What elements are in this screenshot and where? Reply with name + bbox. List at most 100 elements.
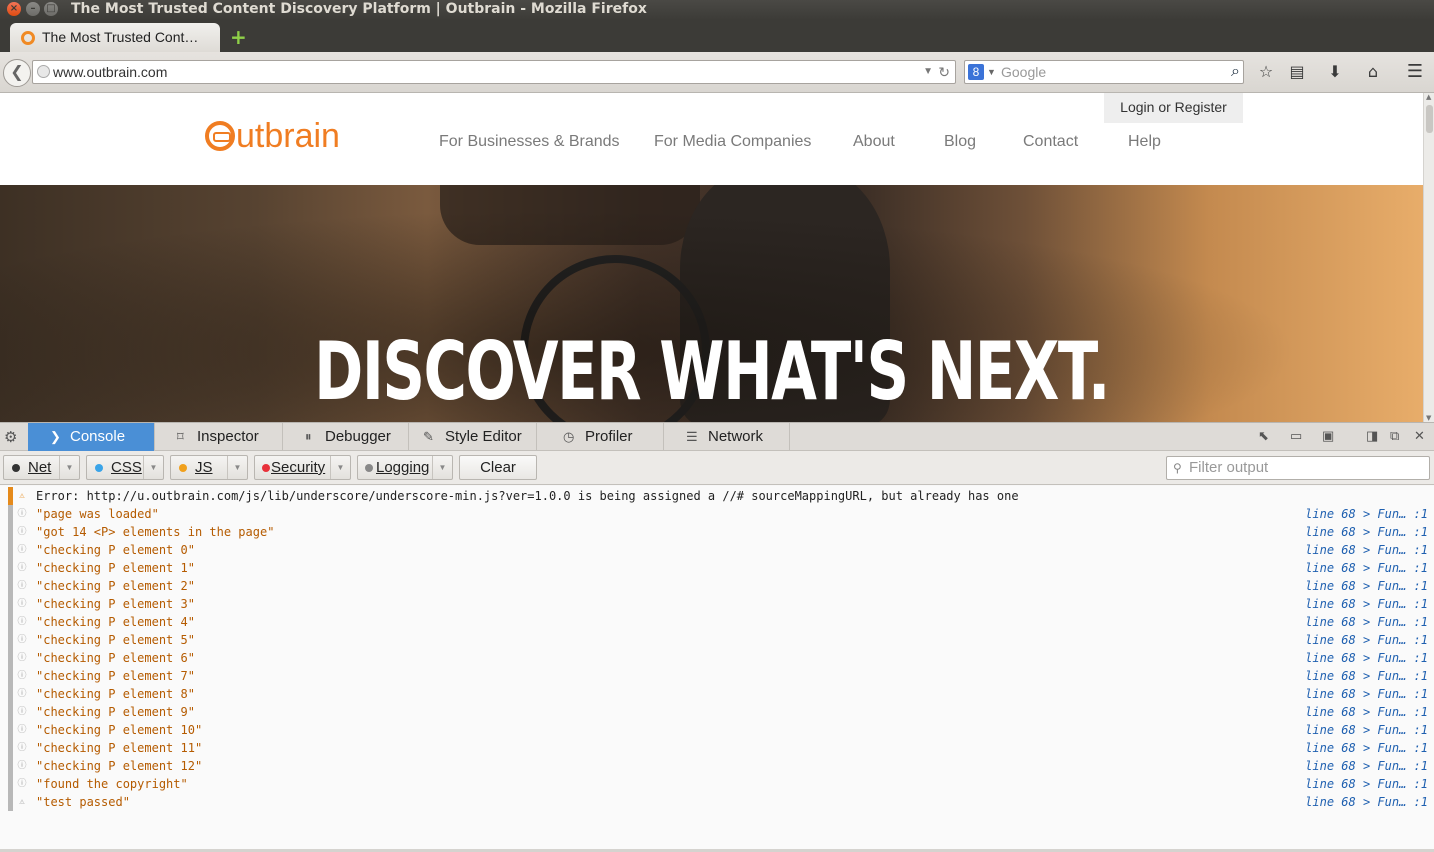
source-location-link[interactable]: line 68 > Fun… :1: [1305, 649, 1428, 667]
info-icon: ⓘ: [17, 599, 27, 609]
tab-inspector[interactable]: ⌑ Inspector: [155, 423, 283, 451]
undock-window-icon[interactable]: ⧉: [1390, 428, 1399, 444]
reload-icon[interactable]: ↻: [938, 61, 950, 83]
net-dot-icon: [12, 464, 20, 472]
search-placeholder: Google: [1001, 64, 1047, 80]
gear-icon[interactable]: ⚙: [4, 428, 17, 446]
source-location-link[interactable]: line 68 > Fun… :1: [1305, 775, 1428, 793]
message-category-marker: [8, 487, 13, 505]
chevron-down-icon[interactable]: ▼: [330, 456, 350, 479]
info-icon: ⓘ: [17, 761, 27, 771]
split-console-icon[interactable]: ▭: [1290, 428, 1302, 444]
filter-logging-button[interactable]: Logging ▼: [357, 455, 453, 480]
url-history-dropdown-icon[interactable]: ▼: [923, 61, 933, 83]
source-location-link[interactable]: line 68 > Fun… :1: [1305, 595, 1428, 613]
source-location-link[interactable]: line 68 > Fun… :1: [1305, 631, 1428, 649]
source-location-link[interactable]: line 68 > Fun… :1: [1305, 757, 1428, 775]
chevron-down-icon[interactable]: ▼: [143, 456, 163, 479]
scroll-up-icon[interactable]: ▲: [1426, 93, 1431, 101]
css-dot-icon: [95, 464, 103, 472]
info-icon: ⓘ: [17, 779, 27, 789]
source-location-link[interactable]: line 68 > Fun… :1: [1305, 505, 1428, 523]
message-category-marker: [8, 577, 13, 595]
nav-contact[interactable]: Contact: [1023, 133, 1078, 151]
tab-strip: The Most Trusted Cont… +: [0, 20, 1434, 52]
tab-debugger[interactable]: ⏸ Debugger: [283, 423, 409, 451]
reading-list-icon[interactable]: ▤: [1286, 61, 1308, 83]
nav-about[interactable]: About: [853, 133, 895, 151]
source-location-link[interactable]: line 68 > Fun… :1: [1305, 577, 1428, 595]
outbrain-favicon-icon: [21, 31, 35, 45]
filter-output-input[interactable]: ⚲ Filter output: [1166, 456, 1430, 480]
profiler-icon: ◷: [563, 429, 575, 444]
source-location-link[interactable]: line 68 > Fun… :1: [1305, 613, 1428, 631]
register-link[interactable]: Register: [1175, 99, 1227, 115]
filter-js-button[interactable]: JS ▼: [170, 455, 248, 480]
console-log-row: ⓘ "checking P element 6" line 68 > Fun… :1: [0, 649, 1434, 667]
console-message-text: "checking P element 5": [36, 633, 195, 647]
chevron-down-icon[interactable]: ▼: [227, 456, 247, 479]
browser-tab-outbrain[interactable]: The Most Trusted Cont…: [10, 23, 220, 52]
nav-media-companies[interactable]: For Media Companies: [654, 133, 811, 151]
responsive-mode-icon[interactable]: ▣: [1322, 428, 1334, 444]
home-icon[interactable]: ⌂: [1362, 61, 1384, 83]
download-icon[interactable]: ⬇: [1324, 61, 1346, 83]
source-location-link[interactable]: line 68 > Fun… :1: [1305, 793, 1428, 811]
source-location-link[interactable]: line 68 > Fun… :1: [1305, 559, 1428, 577]
console-output[interactable]: ⚠ Error: http://u.outbrain.com/js/lib/und…: [0, 486, 1434, 850]
console-icon: ❯: [50, 429, 61, 444]
site-identity-globe-icon[interactable]: [37, 65, 50, 78]
tab-style-editor[interactable]: ✎ Style Editor: [409, 423, 537, 451]
search-engine-dropdown-icon[interactable]: ▼: [987, 61, 996, 83]
console-message-text: "checking P element 1": [36, 561, 195, 575]
search-magnifier-icon[interactable]: ⌕: [1231, 61, 1240, 83]
nav-blog[interactable]: Blog: [944, 133, 976, 151]
new-tab-plus-icon[interactable]: +: [230, 25, 247, 49]
filter-logging-label: Logging: [376, 459, 430, 476]
login-link[interactable]: Login: [1120, 99, 1154, 115]
menu-icon[interactable]: ☰: [1404, 61, 1426, 83]
close-devtools-icon[interactable]: ✕: [1414, 428, 1425, 444]
source-location-link[interactable]: line 68 > Fun… :1: [1305, 667, 1428, 685]
source-location-link[interactable]: line 68 > Fun… :1: [1305, 523, 1428, 541]
star-icon[interactable]: ☆: [1255, 61, 1277, 83]
dock-side-icon[interactable]: ◨: [1366, 428, 1378, 444]
outbrain-logo[interactable]: utbrain: [205, 117, 340, 156]
filter-net-button[interactable]: Net ▼: [3, 455, 80, 480]
google-engine-icon[interactable]: 8: [968, 64, 984, 80]
filter-net-label: Net: [28, 459, 52, 476]
tab-network[interactable]: ☰ Network: [664, 423, 790, 451]
filter-security-button[interactable]: Security ▼: [254, 455, 351, 480]
chevron-down-icon[interactable]: ▼: [59, 456, 79, 479]
scrollbar-thumb[interactable]: [1426, 105, 1433, 133]
source-location-link[interactable]: line 68 > Fun… :1: [1305, 721, 1428, 739]
filter-css-label: CSS: [111, 459, 142, 476]
tab-profiler[interactable]: ◷ Profiler: [537, 423, 664, 451]
tab-console[interactable]: ❯ Console: [28, 423, 155, 451]
url-bar[interactable]: www.outbrain.com ▼ ↻: [32, 60, 956, 84]
clear-console-button[interactable]: Clear: [459, 455, 537, 480]
filter-css-button[interactable]: CSS ▼: [86, 455, 164, 480]
source-location-link[interactable]: line 68 > Fun… :1: [1305, 703, 1428, 721]
window-maximize-button[interactable]: □: [44, 2, 58, 16]
window-close-button[interactable]: ×: [7, 2, 21, 16]
console-message-text: "checking P element 4": [36, 615, 195, 629]
console-message-text: "checking P element 3": [36, 597, 195, 611]
source-location-link[interactable]: line 68 > Fun… :1: [1305, 541, 1428, 559]
network-icon: ☰: [686, 429, 698, 444]
chevron-down-icon[interactable]: ▼: [432, 456, 452, 479]
window-minimize-button[interactable]: –: [26, 2, 40, 16]
search-icon: ⚲: [1173, 461, 1182, 475]
nav-businesses-brands[interactable]: For Businesses & Brands: [439, 133, 620, 151]
source-location-link[interactable]: line 68 > Fun… :1: [1305, 685, 1428, 703]
console-message-text: "checking P element 11": [36, 741, 203, 755]
search-bar[interactable]: 8 ▼ Google ⌕: [964, 60, 1244, 84]
back-arrow-icon[interactable]: ❮: [3, 59, 31, 87]
nav-help[interactable]: Help: [1128, 133, 1161, 151]
message-category-marker: [8, 523, 13, 541]
scroll-down-icon[interactable]: ▼: [1426, 414, 1431, 422]
pick-element-icon[interactable]: ⬉: [1258, 428, 1269, 444]
info-icon: ⓘ: [17, 743, 27, 753]
source-location-link[interactable]: line 68 > Fun… :1: [1305, 739, 1428, 757]
page-scrollbar[interactable]: ▲ ▼: [1423, 93, 1434, 422]
